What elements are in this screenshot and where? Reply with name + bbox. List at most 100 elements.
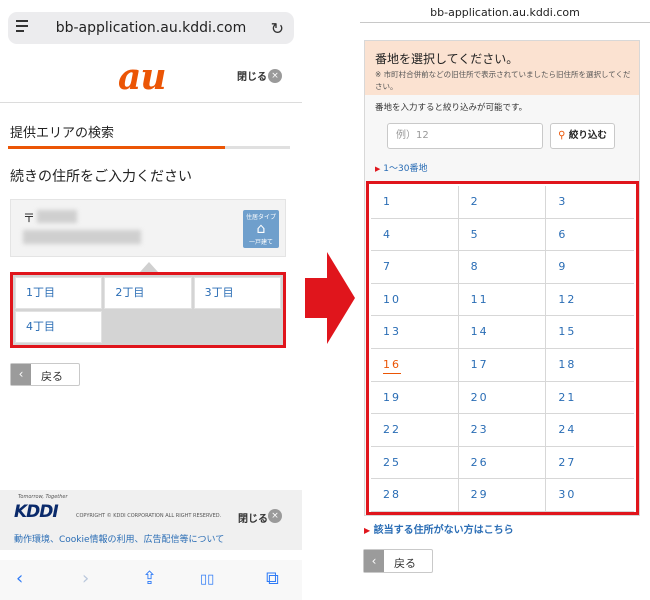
banchi-option[interactable]: 12 [546,284,634,317]
copyright-text: COPYRIGHT © KDDI CORPORATION ALL RIGHT R… [76,513,222,519]
progress-bar [8,146,290,149]
banchi-option[interactable]: 20 [458,381,547,415]
banchi-option[interactable]: 3 [546,186,634,219]
banchi-option[interactable]: 13 [371,316,459,349]
banchi-number: 4 [383,227,392,241]
banchi-option[interactable]: 30 [546,479,634,512]
banchi-option[interactable]: 7 [371,251,459,284]
blurred-postal-code [37,210,77,223]
address-bar[interactable]: bb-application.au.kddi.com ↻ [8,12,294,44]
bookmarks-icon[interactable]: ▯▯ [200,572,214,587]
chome-option[interactable]: 4丁目 [15,311,103,343]
close-icon[interactable]: × [268,69,282,83]
banchi-number: 30 [558,488,577,502]
banchi-option[interactable]: 24 [546,414,634,447]
banchi-option[interactable]: 22 [371,414,459,447]
banchi-option[interactable]: 14 [458,316,547,349]
banchi-input[interactable]: 例）12 [387,123,543,149]
banchi-option[interactable]: 27 [546,447,634,480]
banchi-option[interactable]: 2 [458,186,547,219]
banchi-option[interactable]: 5 [458,218,547,252]
kddi-tagline: Tomorrow, Together [18,494,68,500]
banchi-number: 9 [558,260,568,274]
filter-hint: 番地を入力すると絞り込みが可能です。 [375,103,528,113]
banchi-number: 18 [558,357,577,371]
banchi-option[interactable]: 16 [371,348,459,382]
banchi-number: 28 [383,488,401,502]
banchi-selection-panel: 1 2 3 4 5 6 7 8 9 10 11 12 13 14 15 16 17 18 19 20 21 22 23 24 2… [366,181,639,515]
chome-grid: 1丁目 2丁目 3丁目 4丁目 [15,277,281,343]
au-logo: au [118,56,166,98]
footer-banner: Tomorrow, Together KDDI COPYRIGHT © KDDI… [0,490,302,550]
back-label: 戻る [394,557,416,570]
banchi-option[interactable]: 18 [546,349,634,382]
banchi-option[interactable]: 6 [546,219,634,252]
chome-option[interactable]: 1丁目 [15,277,103,309]
banchi-number: 11 [470,292,489,306]
no-address-link[interactable]: ▶ 該当する住所がない方はこちら [364,521,514,536]
close-button-label[interactable]: 閉じる [237,68,267,83]
banchi-option[interactable]: 17 [458,348,547,382]
divider [360,22,650,23]
banchi-option[interactable]: 8 [458,251,547,284]
banchi-option[interactable]: 21 [546,382,634,415]
back-button-right[interactable]: ‹ 戻る [363,549,433,573]
banchi-option[interactable]: 4 [371,218,459,252]
banchi-number: 16 [383,357,401,374]
chome-option[interactable]: 3丁目 [193,277,281,309]
banchi-option[interactable]: 28 [371,479,459,512]
banchi-number: 14 [470,325,489,339]
house-type-value: 一戸建て [248,239,273,246]
banchi-option[interactable]: 19 [371,381,459,415]
modal-title: 番地を選択してください。 [375,52,519,66]
range-label: 1～30番地 [383,164,428,174]
chome-option[interactable]: 2丁目 [104,277,192,309]
banchi-grid: 1 2 3 4 5 6 7 8 9 10 11 12 13 14 15 16 17 18 19 20 21 22 23 24 2… [371,186,634,512]
divider [0,102,302,103]
filter-label: 絞り込む [568,130,607,141]
banchi-option[interactable]: 26 [458,446,547,480]
chevron-left-icon: ‹ [364,550,384,572]
pointer-triangle [140,262,158,272]
back-arrow-icon[interactable]: ‹ [16,568,23,589]
right-screen: bb-application.au.kddi.com 番地を選択してください。 … [360,0,650,600]
back-button[interactable]: ‹ 戻る [10,363,80,386]
banchi-number: 27 [558,455,577,469]
banchi-number: 10 [383,292,401,306]
banchi-option[interactable]: 10 [371,283,459,317]
no-address-label: 該当する住所がない方はこちら [373,525,514,536]
banchi-option[interactable]: 11 [458,283,547,317]
postal-mark: 〒 [23,211,36,225]
banchi-option[interactable]: 9 [546,251,634,284]
house-type-badge: 住居タイプ ⌂ 一戸建て [243,210,279,248]
kddi-logo: KDDI [14,502,59,522]
banchi-option[interactable]: 1 [371,186,459,219]
filter-button[interactable]: ⚲ 絞り込む [550,123,615,149]
tabs-icon[interactable]: ⧉ [266,568,279,589]
blurred-address [23,230,141,244]
right-arrow-icon [305,252,355,344]
banchi-number: 17 [470,357,489,371]
banchi-number: 2 [470,195,480,208]
banchi-option[interactable]: 29 [458,479,547,512]
banchi-number: 12 [558,292,577,306]
banchi-option[interactable]: 23 [458,414,547,447]
banchi-number: 1 [383,195,392,208]
current-address-box: 〒 住居タイプ ⌂ 一戸建て [10,199,286,257]
banchi-number: 5 [470,227,480,241]
banchi-number: 21 [558,390,577,404]
footer-close-label[interactable]: 閉じる [238,510,268,525]
banchi-option[interactable]: 25 [371,446,459,480]
banchi-number: 23 [470,423,489,437]
address-prompt: 続きの住所をご入力ください [10,169,192,185]
banchi-number: 6 [558,227,568,241]
banchi-option[interactable]: 15 [546,316,634,349]
banchi-number: 26 [470,455,489,469]
range-heading[interactable]: ▶ 1～30番地 [375,161,427,174]
footer-close-icon[interactable]: × [268,509,282,523]
share-icon[interactable]: ⇪ [142,568,157,589]
reload-icon[interactable]: ↻ [271,19,284,38]
banchi-number: 19 [383,390,401,404]
forward-arrow-icon[interactable]: › [82,568,89,589]
footer-links[interactable]: 動作環境、Cookie情報の利用、広告配信等について [14,532,224,545]
